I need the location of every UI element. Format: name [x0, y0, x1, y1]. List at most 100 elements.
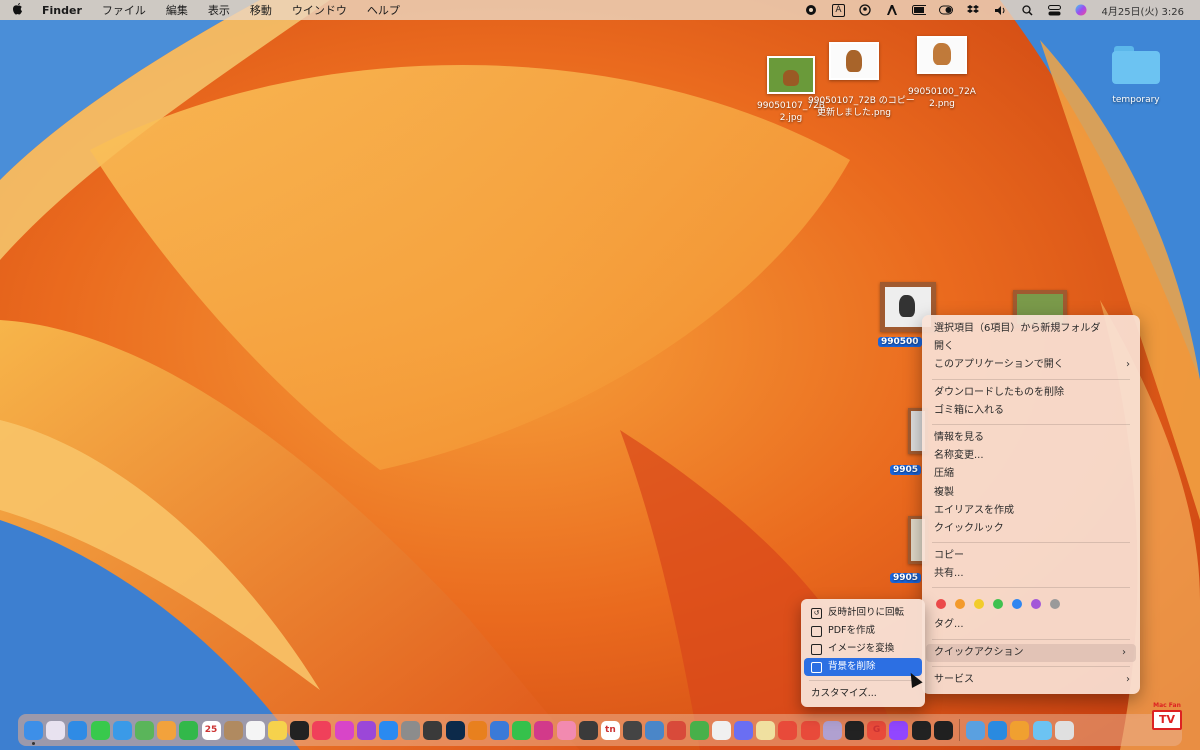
menu-item-services[interactable]: サービス ›	[922, 671, 1140, 689]
dock-notes-icon[interactable]	[268, 720, 288, 740]
menu-item-open-with[interactable]: このアプリケーションで開く ›	[922, 356, 1140, 374]
apple-menu-icon[interactable]	[12, 2, 32, 19]
desktop-file-72a-png[interactable]: 99050100_72A 2.png	[900, 36, 984, 110]
dock-keynote-remote-icon[interactable]	[623, 720, 643, 740]
menu-go[interactable]: 移動	[240, 2, 282, 18]
tag-purple-icon[interactable]	[1031, 599, 1041, 610]
dock-reminders-icon[interactable]	[245, 720, 265, 740]
dock-downloads-stack-icon[interactable]	[1010, 720, 1030, 740]
dock-calendar-icon[interactable]: 25	[201, 720, 221, 740]
desktop-file-selected-3[interactable]: 9905	[890, 408, 928, 476]
dock-photos-icon[interactable]	[157, 720, 177, 740]
submenu-item-rotate-left[interactable]: ↺ 反時計回りに回転	[801, 604, 925, 622]
control-center-icon[interactable]	[1047, 3, 1061, 17]
input-source-icon[interactable]: A	[831, 3, 845, 17]
dock-app-store-icon[interactable]	[379, 720, 398, 740]
dock-mail-icon[interactable]	[112, 720, 132, 740]
dock-chrome-icon[interactable]	[778, 720, 798, 740]
menu-view[interactable]: 表示	[198, 2, 240, 18]
menu-item-compress[interactable]: 圧縮	[922, 465, 1140, 483]
menu-item-tags[interactable]: タグ...	[922, 616, 1140, 634]
search-icon[interactable]	[1020, 3, 1034, 17]
dock-photoshop-icon[interactable]	[445, 720, 465, 740]
dock-gmail-icon[interactable]: G	[867, 720, 887, 740]
toggle-icon[interactable]	[939, 3, 954, 17]
menu-item-delete-downloaded[interactable]: ダウンロードしたものを削除	[922, 384, 1140, 402]
dock-screen-sharing-icon[interactable]	[988, 720, 1008, 740]
dock-pdf-expert-icon[interactable]	[800, 720, 820, 740]
dock-sticky-icon[interactable]	[556, 720, 576, 740]
dock-final-cut-icon[interactable]	[423, 720, 443, 740]
menu-item-copy[interactable]: コピー	[922, 547, 1140, 565]
dock-podcasts-icon[interactable]	[356, 720, 376, 740]
dock-itunes-store-icon[interactable]	[334, 720, 354, 740]
dock-typora-icon[interactable]: tn	[600, 720, 620, 740]
desktop-file-selected-4[interactable]: 9905	[890, 516, 928, 584]
menu-item-make-alias[interactable]: エイリアスを作成	[922, 502, 1140, 520]
siri-icon[interactable]	[1074, 3, 1088, 17]
menu-finder[interactable]: Finder	[32, 4, 92, 17]
dock-trash-icon[interactable]	[1054, 720, 1074, 740]
tag-yellow-icon[interactable]	[974, 599, 984, 610]
menu-item-open[interactable]: 開く	[922, 338, 1140, 356]
menu-bar-clock[interactable]: 4月25日(火) 3:26	[1101, 3, 1184, 18]
dock-terminal-icon[interactable]	[911, 720, 931, 740]
dock-line-icon[interactable]	[512, 720, 532, 740]
dock-capcut-icon[interactable]	[933, 720, 953, 740]
dock-textedit-icon[interactable]	[711, 720, 731, 740]
dock-contacts-icon[interactable]	[223, 720, 243, 740]
adobe-icon[interactable]	[885, 3, 899, 17]
dock-finder-icon[interactable]	[24, 720, 43, 745]
dock-messenger-icon[interactable]	[734, 720, 753, 740]
dock-music-icon[interactable]	[312, 720, 332, 740]
dock-vectorworks-icon[interactable]	[822, 720, 842, 740]
tag-green-icon[interactable]	[993, 599, 1003, 610]
menu-item-rename[interactable]: 名称変更...	[922, 447, 1140, 465]
tag-orange-icon[interactable]	[955, 599, 965, 610]
dock-safari-icon[interactable]	[68, 720, 88, 740]
dock-numbers-icon[interactable]	[689, 720, 709, 740]
dock-airdrop-folder-icon[interactable]	[966, 720, 986, 740]
menu-file[interactable]: ファイル	[92, 2, 156, 18]
dropbox-icon[interactable]	[966, 3, 980, 17]
battery-icon[interactable]	[912, 3, 927, 17]
tag-gray-icon[interactable]	[1050, 599, 1060, 610]
volume-icon[interactable]	[993, 3, 1007, 17]
dock-pixelmator-icon[interactable]	[534, 720, 554, 740]
menu-item-get-info[interactable]: 情報を見る	[922, 429, 1140, 447]
dock-launchpad-icon[interactable]	[46, 720, 66, 740]
dock-appletv-icon[interactable]	[290, 720, 310, 740]
menu-item-duplicate[interactable]: 複製	[922, 484, 1140, 502]
dock-messages-icon[interactable]	[90, 720, 110, 740]
menu-item-move-to-trash[interactable]: ゴミ箱に入れる	[922, 402, 1140, 420]
submenu-item-convert-image[interactable]: イメージを変換	[801, 640, 925, 658]
record-icon[interactable]	[804, 3, 818, 17]
desktop-folder-temporary[interactable]: temporary	[1100, 46, 1172, 106]
dock-twitch-icon[interactable]	[889, 720, 909, 740]
dock-blender-icon[interactable]	[467, 720, 487, 740]
submenu-item-customize[interactable]: カスタマイズ...	[801, 685, 925, 703]
dock-preview-icon[interactable]	[645, 720, 665, 740]
dock-folder-icon[interactable]	[1032, 720, 1052, 740]
user-icon[interactable]	[858, 3, 872, 17]
dock-flashcards-icon[interactable]	[667, 720, 687, 740]
menu-item-share[interactable]: 共有...	[922, 565, 1140, 583]
menu-item-quick-actions[interactable]: クイックアクション ›	[926, 643, 1136, 662]
dock-system-settings-icon[interactable]	[401, 720, 421, 740]
dock-maps-icon[interactable]	[134, 720, 154, 740]
menu-help[interactable]: ヘルプ	[357, 2, 410, 18]
dock-tes-icon[interactable]	[756, 720, 776, 740]
menu-edit[interactable]: 編集	[156, 2, 198, 18]
tag-blue-icon[interactable]	[1012, 599, 1022, 610]
dock-airmail-icon[interactable]	[489, 720, 509, 740]
menu-item-quick-look[interactable]: クイックルック	[922, 520, 1140, 538]
tag-red-icon[interactable]	[936, 599, 946, 610]
dock-obs-icon[interactable]	[578, 720, 598, 740]
menu-item-new-folder-from-selection[interactable]: 選択項目（6項目）から新規フォルダ	[922, 320, 1140, 338]
dock-facetime-icon[interactable]	[179, 720, 199, 740]
menu-window[interactable]: ウインドウ	[282, 2, 357, 18]
submenu-item-remove-background[interactable]: 背景を削除	[804, 658, 922, 676]
submenu-item-create-pdf[interactable]: PDFを作成	[801, 622, 925, 640]
dock-stocks-icon[interactable]	[844, 720, 864, 740]
desktop-file-72b-copy-png[interactable]: 99050107_72B のコピー 更新しました.png	[808, 42, 915, 119]
